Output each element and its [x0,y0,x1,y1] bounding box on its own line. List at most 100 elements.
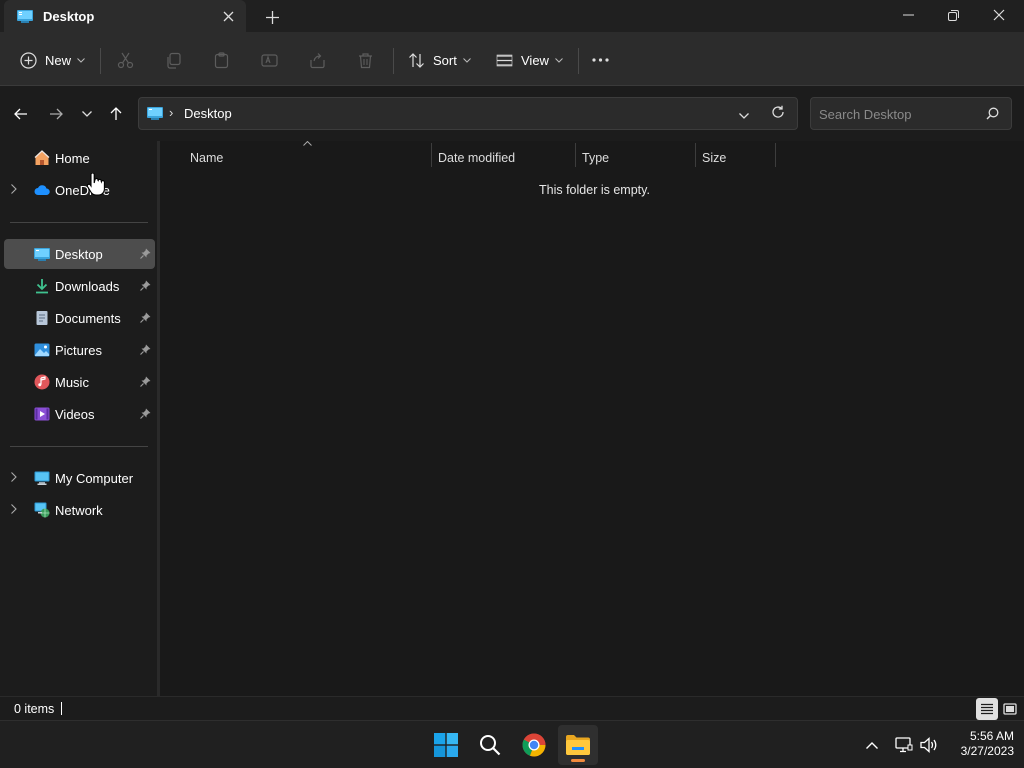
clock[interactable]: 5:56 AM 3/27/2023 [948,729,1014,759]
tab-desktop[interactable]: Desktop [4,0,246,32]
large-icons-view-button[interactable] [999,698,1021,720]
close-tab-button[interactable] [220,8,236,24]
details-view-icon [981,703,993,715]
address-row: › Desktop [0,87,1024,141]
search-box[interactable] [810,97,1012,130]
sidebar-item-home[interactable]: Home [4,143,155,173]
pictures-icon [34,343,50,357]
sidebar-item-label: Downloads [55,279,120,294]
copy-button[interactable] [165,46,182,74]
search-button[interactable] [470,725,510,765]
rename-button[interactable] [261,46,278,74]
command-bar: New Sort View [0,32,1024,86]
paste-button[interactable] [213,46,230,74]
file-explorer-app[interactable] [558,725,598,765]
desktop-icon [147,107,163,120]
sidebar-item-network[interactable]: Network [4,495,155,525]
column-header-size[interactable]: Size [702,145,726,171]
column-divider[interactable] [695,143,696,167]
search-icon[interactable] [986,107,999,120]
active-app-indicator [571,759,585,762]
forward-button[interactable] [46,104,66,124]
refresh-icon [772,105,784,118]
tab-title: Desktop [43,8,95,24]
recent-locations-button[interactable] [77,104,97,124]
sidebar-item-desktop[interactable]: Desktop [4,239,155,269]
minimize-button[interactable] [885,0,931,30]
search-input[interactable] [819,105,979,123]
pin-icon[interactable] [140,408,151,419]
sidebar-item-music[interactable]: Music [4,367,155,397]
empty-folder-message: This folder is empty. [539,183,650,197]
show-hidden-icons-button[interactable] [862,735,882,755]
videos-icon [34,407,50,421]
download-icon [36,279,48,294]
start-button[interactable] [426,725,466,765]
sort-label: Sort [433,52,457,68]
computer-icon [34,471,50,485]
chrome-app[interactable] [514,725,554,765]
chevron-down-icon [77,57,85,63]
pin-icon[interactable] [140,344,151,355]
plus-circle-icon [20,51,37,69]
delete-button[interactable] [357,46,374,74]
plus-icon [265,10,279,24]
chevron-down-icon [462,57,471,63]
new-button[interactable]: New [20,46,85,74]
sidebar-item-onedrive[interactable]: OneDrive [4,175,155,205]
navigation-pane: Home OneDrive Desktop Downloads Document… [0,141,157,696]
chevron-right-icon[interactable] [11,472,17,482]
sidebar-divider [10,446,148,447]
network-status-button[interactable] [894,735,914,755]
sort-button[interactable]: Sort [408,46,471,74]
sidebar-item-label: Documents [55,311,121,326]
back-button[interactable] [11,104,31,124]
chevron-right-icon[interactable] [11,184,17,194]
sidebar-item-videos[interactable]: Videos [4,399,155,429]
volume-button[interactable] [919,735,939,755]
column-header-label: Date modified [438,151,516,165]
share-button[interactable] [309,46,326,74]
arrow-left-icon [14,108,27,120]
status-bar: 0 items [0,696,1024,720]
clock-date: 3/27/2023 [960,744,1014,758]
sidebar-item-downloads[interactable]: Downloads [4,271,155,301]
pin-icon[interactable] [140,280,151,291]
column-header-date-modified[interactable]: Date modified [438,145,515,171]
pin-icon[interactable] [140,248,151,259]
column-header-name[interactable]: Name [190,145,223,171]
address-bar[interactable]: › Desktop [138,97,798,130]
column-divider[interactable] [575,143,576,167]
large-icons-view-icon [1003,703,1017,715]
sidebar-item-pictures[interactable]: Pictures [4,335,155,365]
view-button[interactable]: View [496,46,563,74]
arrow-right-icon [50,108,63,120]
toolbar-divider [578,48,579,74]
breadcrumb-desktop[interactable]: Desktop [184,106,232,121]
title-bar: Desktop [0,0,1024,32]
file-list-pane[interactable]: Name Date modified Type Size This folder… [160,141,1024,696]
breadcrumb-separator: › [169,105,174,120]
pin-icon[interactable] [140,376,151,387]
address-history-button[interactable] [739,107,749,122]
refresh-button[interactable] [771,105,785,122]
column-header-type[interactable]: Type [582,145,609,171]
column-divider[interactable] [431,143,432,167]
restore-button[interactable] [930,0,976,30]
more-options-button[interactable] [592,46,609,74]
sidebar-item-my-computer[interactable]: My Computer [4,463,155,493]
folder-icon [566,735,590,755]
pin-icon[interactable] [140,312,151,323]
up-button[interactable] [106,104,126,124]
close-window-button[interactable] [976,0,1022,30]
more-icon [592,58,609,62]
scissors-icon [117,52,134,68]
view-label: View [521,52,549,68]
column-divider[interactable] [775,143,776,167]
sidebar-item-documents[interactable]: Documents [4,303,155,333]
new-tab-button[interactable] [263,8,281,26]
cut-button[interactable] [117,46,134,74]
search-icon [480,735,501,756]
chevron-right-icon[interactable] [11,504,17,514]
details-view-button[interactable] [976,698,998,720]
